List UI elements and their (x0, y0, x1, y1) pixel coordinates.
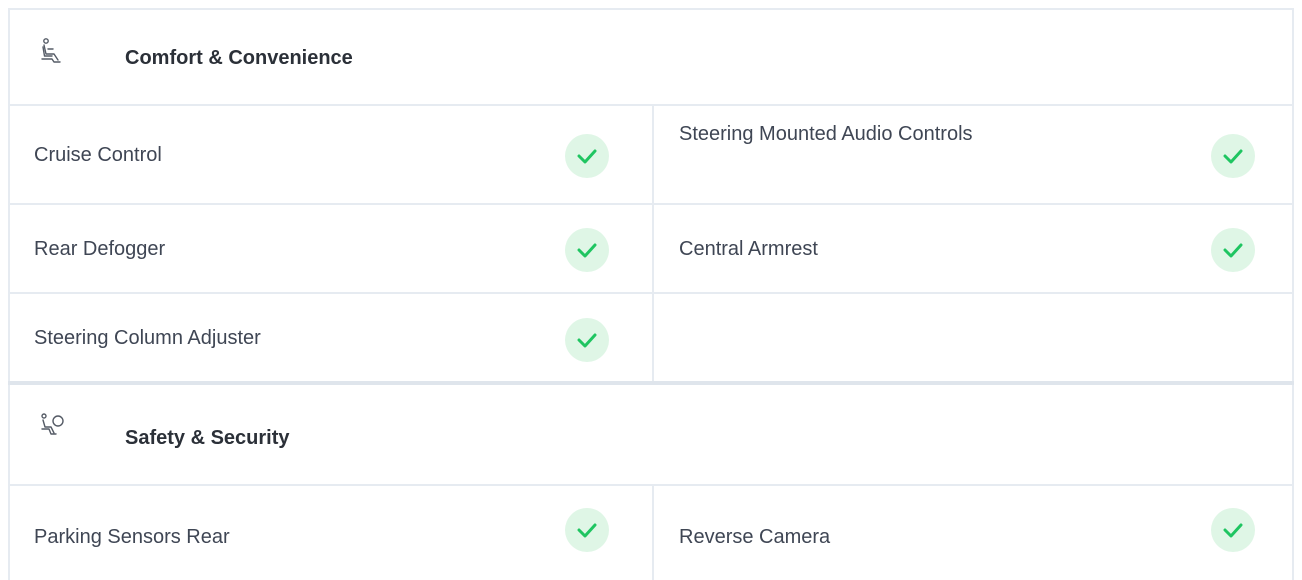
feature-label: Parking Sensors Rear (34, 526, 230, 548)
divider (8, 203, 1294, 205)
column-divider (652, 106, 654, 382)
feature-label: Central Armrest (679, 238, 818, 260)
section-header-comfort: Comfort & Convenience (8, 8, 1294, 106)
check-icon (565, 228, 609, 272)
column-divider (652, 486, 654, 580)
feature-label: Reverse Camera (679, 526, 831, 548)
car-seat-icon (40, 38, 64, 69)
check-icon (565, 508, 609, 552)
check-icon (1211, 508, 1255, 552)
section-header-safety: Safety & Security (8, 385, 1294, 485)
check-icon (565, 318, 609, 362)
feature-label: Cruise Control (34, 144, 162, 166)
feature-label: Steering Column Adjuster (34, 327, 261, 349)
check-icon (1211, 134, 1255, 178)
divider (8, 292, 1294, 294)
check-icon (565, 134, 609, 178)
check-icon (1211, 228, 1255, 272)
features-panel: Comfort & Convenience Cruise Control Ste… (0, 0, 1302, 580)
feature-label: Steering Mounted Audio Controls (679, 123, 973, 145)
section-title: Safety & Security (125, 427, 290, 449)
airbag-icon (40, 413, 66, 442)
feature-label: Rear Defogger (34, 238, 166, 260)
section-title: Comfort & Convenience (125, 47, 353, 69)
